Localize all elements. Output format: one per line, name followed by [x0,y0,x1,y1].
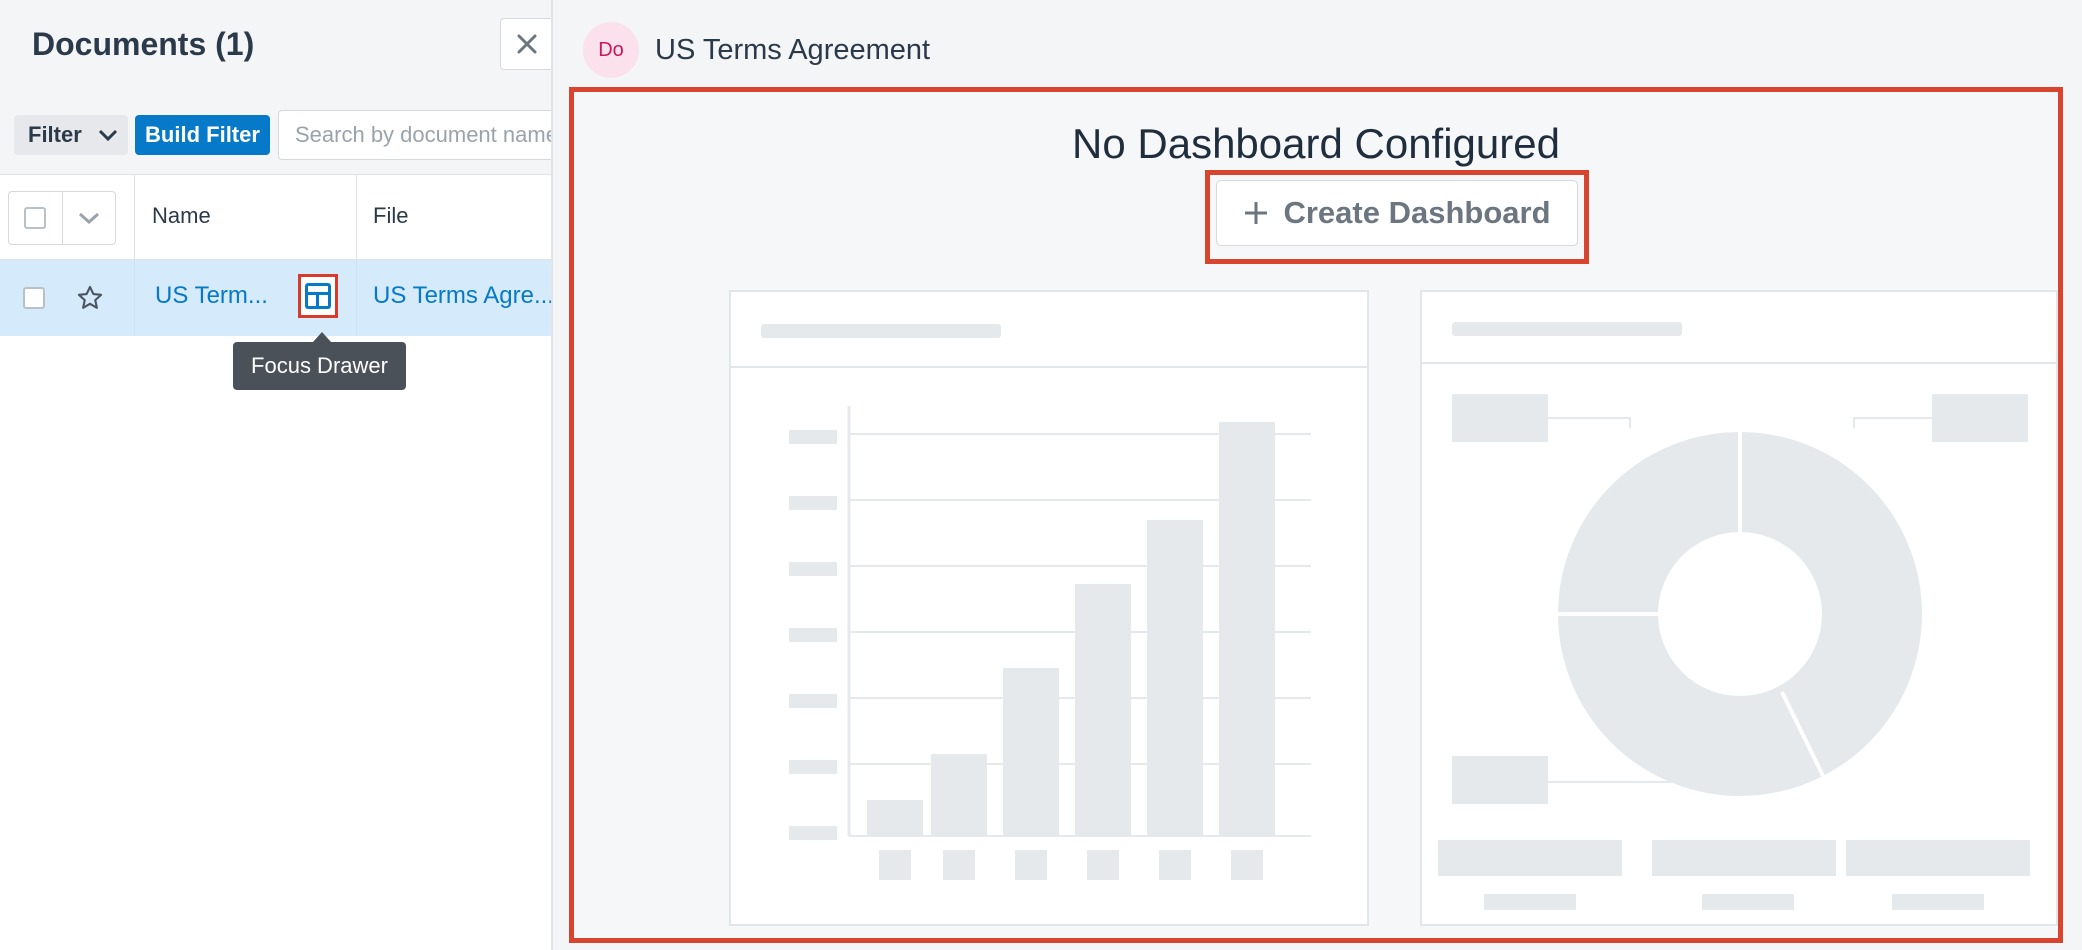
close-icon [517,34,536,54]
filter-dropdown-label: Filter [28,122,82,147]
record-title: US Terms Agreement [655,34,931,66]
documents-panel: Documents (1) Filter Build Filter Name F [0,0,552,950]
search-input[interactable] [278,110,552,160]
create-dashboard-label: Create Dashboard [1283,195,1551,230]
panel-header: Documents (1) [0,0,552,99]
dashboard-heading: No Dashboard Configured [1072,120,1560,167]
create-dashboard-button[interactable]: Create Dashboard [1216,180,1578,246]
column-header-name[interactable]: Name [152,203,211,229]
row-name-link[interactable]: US Term... [155,282,287,310]
chevron-down-icon [98,129,118,142]
donut-chart-placeholder [1420,290,2058,926]
chevron-down-icon[interactable] [78,211,100,225]
bar-chart-placeholder-graphic [789,406,1311,880]
focus-drawer-tooltip: Focus Drawer [233,332,406,390]
focus-drawer: Do US Terms Agreement No Dashboard Confi… [553,0,2082,950]
row-checkbox[interactable] [23,287,45,309]
dashboard-area: No Dashboard Configured Create Dashboard [569,87,2063,943]
panel-title: Documents (1) [32,26,255,62]
star-icon[interactable] [76,284,104,312]
bar-chart-placeholder [729,290,1369,926]
placeholder-title [1452,322,1682,336]
plus-icon [1245,202,1268,224]
table-row[interactable]: US Term... US Terms Agre... [0,260,552,336]
close-button[interactable] [500,18,552,70]
row-file-link[interactable]: US Terms Agre... [373,282,552,310]
donut-chart-placeholder-graphic [1438,394,2030,910]
focus-drawer-button[interactable] [298,274,338,318]
focus-drawer-icon [305,283,331,309]
select-all-checkbox[interactable] [24,207,46,229]
column-header-file[interactable]: File [373,203,408,229]
filter-dropdown[interactable]: Filter [14,115,128,155]
filter-bar: Filter Build Filter [0,98,552,175]
placeholder-title [761,324,1001,338]
mass-select-group [8,191,116,245]
build-filter-button[interactable]: Build Filter [135,115,270,155]
module-avatar: Do [583,22,639,78]
table-header: Name File [0,175,552,260]
